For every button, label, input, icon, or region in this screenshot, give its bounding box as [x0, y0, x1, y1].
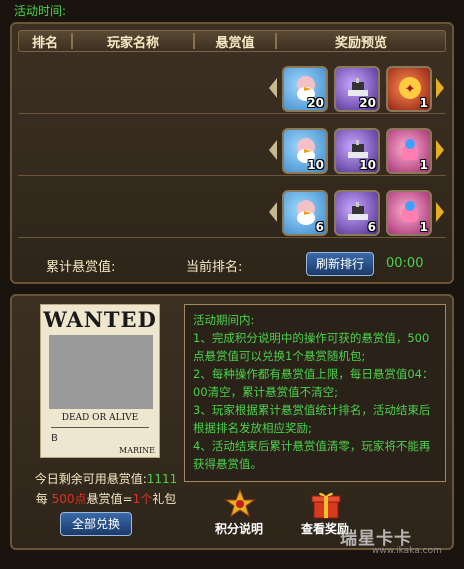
ship-icon[interactable]: 20 [334, 66, 380, 112]
scroll-left-arrow[interactable] [269, 202, 277, 222]
svg-text:✦: ✦ [405, 82, 416, 97]
rules-line: 3、玩家根据累计悬赏值统计排名，活动结束后根据排名发放相应奖励; [193, 403, 431, 435]
ranking-row: 20 20 ✦ 1 [18, 58, 446, 114]
reward-count: 20 [359, 96, 376, 110]
rules-title: 活动期间内: [193, 313, 255, 327]
remaining-bounty: 今日剩余可用悬赏值:1111 [12, 470, 200, 487]
gift-box-icon [311, 492, 341, 519]
ranking-panel: 排名 玩家名称 悬赏值 奖励预览 20 20 ✦ 1 10 10 1 6 6 1… [10, 22, 454, 284]
remaining-label: 今日剩余可用悬赏值: [34, 472, 147, 486]
rules-line: 1、完成积分说明中的操作可获的悬赏值，500点悬赏值可以兑换1个悬赏随机包; [193, 331, 430, 363]
pack-rule: 每 500点悬赏值=1个礼包 [12, 490, 200, 507]
wanted-photo [49, 335, 153, 409]
berry-symbol: B [51, 433, 58, 444]
scroll-right-arrow[interactable] [436, 140, 444, 160]
scroll-right-arrow[interactable] [436, 202, 444, 222]
scroll-left-arrow[interactable] [269, 140, 277, 160]
pack-rule-count: 1个 [132, 492, 153, 506]
fire-emblem-icon[interactable]: ✦ 1 [386, 66, 432, 112]
ranking-row: 10 10 1 [18, 120, 446, 176]
scroll-left-arrow[interactable] [269, 78, 277, 98]
header-bounty: 悬赏值 [215, 35, 255, 51]
ranking-header: 排名 玩家名称 悬赏值 奖励预览 [18, 30, 446, 52]
pack-rule-middle: 悬赏值= [86, 492, 133, 506]
exchange-all-button[interactable]: 全部兑换 [60, 512, 132, 536]
reward-count: 1 [419, 220, 428, 234]
header-player-name: 玩家名称 [106, 35, 159, 51]
watermark-url: www.ikaka.com [372, 546, 442, 556]
total-bounty-label: 累计悬赏值: [46, 260, 116, 275]
marine-label: MARINE [119, 446, 155, 455]
ship-icon[interactable]: 6 [334, 190, 380, 236]
current-rank-label: 当前排名: [186, 260, 243, 275]
rules-box: 活动期间内: 1、完成积分说明中的操作可获的悬赏值，500点悬赏值可以兑换1个悬… [184, 304, 446, 482]
points-info-button[interactable]: 积分说明 [204, 482, 274, 546]
medal-icon [224, 488, 256, 518]
reward-count: 10 [359, 158, 376, 172]
wanted-poster: WANTED DEAD OR ALIVE B MARINE [40, 304, 160, 458]
pack-rule-prefix: 每 [35, 492, 48, 506]
penguin-chopper-icon[interactable]: 10 [282, 128, 328, 174]
penguin-chopper-icon[interactable]: 20 [282, 66, 328, 112]
reward-count: 6 [367, 220, 376, 234]
reward-count: 1 [419, 96, 428, 110]
reward-count: 20 [307, 96, 324, 110]
divider [51, 427, 149, 428]
bounty-panel: WANTED DEAD OR ALIVE B MARINE 今日剩余可用悬赏值:… [10, 294, 454, 550]
pack-rule-suffix: 礼包 [152, 492, 177, 506]
penguin-chopper-icon[interactable]: 6 [282, 190, 328, 236]
pack-rule-unit: 点 [74, 492, 87, 506]
reward-count: 1 [419, 158, 428, 172]
refresh-countdown: 00:00 [386, 256, 424, 271]
rules-line: 2、每种操作都有悬赏值上限，每日悬赏值04：00清空，累计悬赏值不清空; [193, 367, 434, 399]
gift-bag-icon[interactable]: 1 [386, 190, 432, 236]
remaining-value: 1111 [146, 472, 178, 486]
refresh-ranking-button[interactable]: 刷新排行 [306, 252, 374, 276]
wanted-subtitle: DEAD OR ALIVE [61, 413, 139, 423]
reward-count: 6 [315, 220, 324, 234]
header-reward-preview: 奖励预览 [334, 35, 387, 51]
pack-rule-amount: 500 [51, 492, 75, 506]
points-info-label: 积分说明 [214, 522, 263, 536]
ranking-row: 6 6 1 [18, 182, 446, 238]
gift-bag-icon[interactable]: 1 [386, 128, 432, 174]
scroll-right-arrow[interactable] [436, 78, 444, 98]
header-rank: 排名 [31, 35, 58, 51]
activity-time-label: 活动时间: [14, 4, 67, 18]
rules-line: 4、活动结束后累计悬赏值清零，玩家将不能再获得悬赏值。 [193, 439, 431, 471]
reward-count: 10 [307, 158, 324, 172]
wanted-title: WANTED [43, 307, 157, 332]
ship-icon[interactable]: 10 [334, 128, 380, 174]
